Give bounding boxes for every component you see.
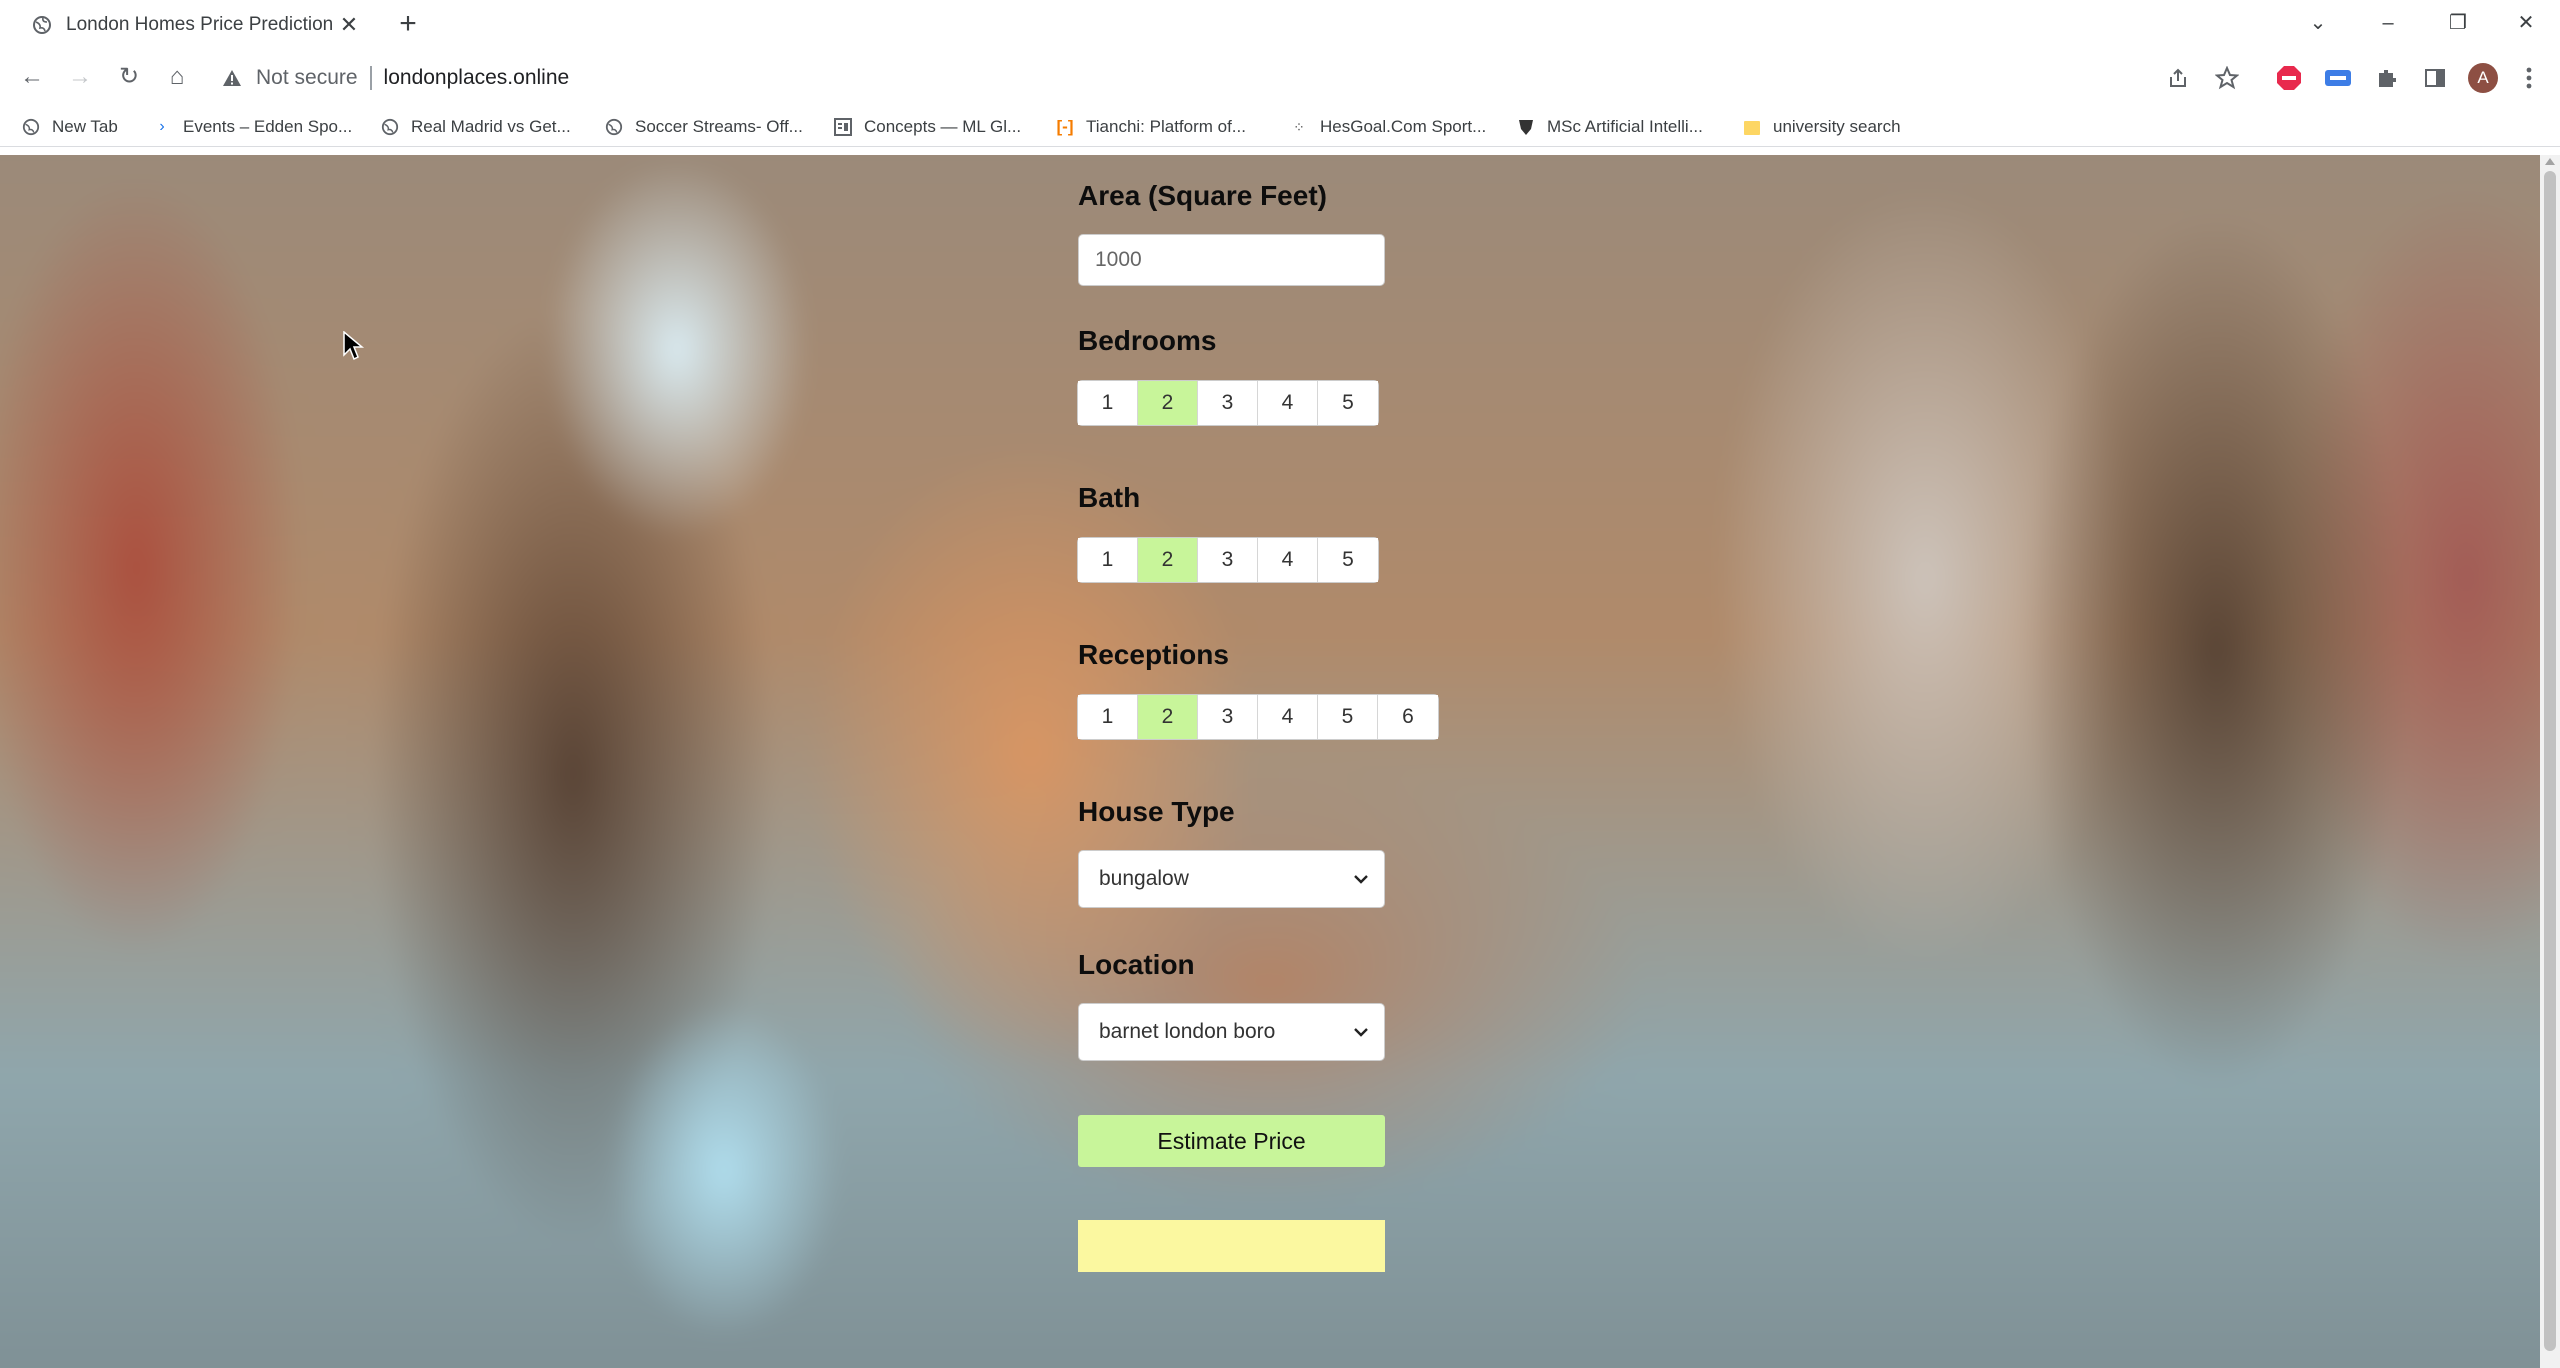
estimate-price-button[interactable]: Estimate Price <box>1078 1115 1385 1167</box>
back-icon[interactable]: ← <box>15 60 49 94</box>
blurred-background-image <box>0 155 2540 1368</box>
url-text: londonplaces.online <box>383 66 570 89</box>
close-tab-icon[interactable]: ✕ <box>336 12 362 38</box>
bookmarks-bar: New Tab › Events – Edden Spo... Real Mad… <box>0 106 2560 147</box>
new-tab-icon[interactable]: + <box>393 9 423 40</box>
bedrooms-selector: 1 2 3 4 5 <box>1078 381 1378 425</box>
estimated-price-result <box>1078 1220 1385 1272</box>
reload-icon[interactable]: ↻ <box>112 60 146 94</box>
receptions-option-4[interactable]: 4 <box>1258 695 1318 739</box>
minimize-icon[interactable]: – <box>2370 8 2406 38</box>
bath-option-3[interactable]: 3 <box>1198 538 1258 582</box>
warning-icon <box>223 70 241 86</box>
bookmark-msc-ai[interactable]: MSc Artificial Intelli... <box>1517 114 1703 140</box>
bookmark-concepts[interactable]: Concepts — ML Gl... <box>834 114 1021 140</box>
browser-menu-icon[interactable] <box>2512 61 2546 95</box>
address-bar[interactable]: Not secure londonplaces.online <box>222 63 569 93</box>
bookmark-star-icon[interactable] <box>2210 61 2244 95</box>
share-icon[interactable] <box>2161 61 2195 95</box>
forward-icon[interactable]: → <box>63 60 97 94</box>
tab-title: London Homes Price Prediction <box>66 14 334 35</box>
bedrooms-option-3[interactable]: 3 <box>1198 381 1258 425</box>
omnibox-divider <box>369 66 372 90</box>
location-label: Location <box>1078 949 1195 980</box>
globe-icon <box>605 118 623 136</box>
bedrooms-label: Bedrooms <box>1078 325 1217 356</box>
home-icon[interactable]: ⌂ <box>160 60 194 94</box>
page-viewport: Area (Square Feet) 1000 Bedrooms 1 2 3 4… <box>0 155 2540 1368</box>
adblock-icon[interactable] <box>2272 61 2306 95</box>
bookmark-tianchi[interactable]: [-] Tianchi: Platform of... <box>1056 114 1246 140</box>
globe-icon <box>22 118 40 136</box>
document-icon <box>834 118 852 136</box>
bedrooms-option-1[interactable]: 1 <box>1078 381 1138 425</box>
crest-icon <box>1517 118 1535 136</box>
page-scrollbar[interactable] <box>2540 155 2560 1368</box>
bath-option-2[interactable]: 2 <box>1138 538 1198 582</box>
profile-initial: A <box>2477 68 2489 87</box>
bath-label: Bath <box>1078 482 1141 513</box>
house-type-select[interactable]: bungalow <box>1078 850 1385 908</box>
bookmark-hesgoal[interactable]: ⁘ HesGoal.Com Sport... <box>1290 114 1486 140</box>
bedrooms-option-2[interactable]: 2 <box>1138 381 1198 425</box>
side-panel-icon[interactable] <box>2418 61 2452 95</box>
window-close-icon[interactable]: ✕ <box>2508 8 2544 38</box>
globe-icon <box>33 16 51 34</box>
bath-option-5[interactable]: 5 <box>1318 538 1378 582</box>
tab-search-icon[interactable]: ⌄ <box>2300 8 2336 38</box>
bath-selector: 1 2 3 4 5 <box>1078 538 1378 582</box>
tab-strip: London Homes Price Prediction ✕ + ⌄ – ❐ … <box>0 0 2560 48</box>
house-type-label: House Type <box>1078 796 1235 827</box>
area-input[interactable]: 1000 <box>1078 234 1385 286</box>
chevron-down-icon <box>1354 875 1368 884</box>
receptions-option-5[interactable]: 5 <box>1318 695 1378 739</box>
extensions-puzzle-icon[interactable] <box>2370 61 2404 95</box>
scroll-up-arrow-icon[interactable] <box>2545 158 2555 165</box>
receptions-option-1[interactable]: 1 <box>1078 695 1138 739</box>
bedrooms-option-4[interactable]: 4 <box>1258 381 1318 425</box>
scrollbar-thumb[interactable] <box>2544 171 2556 1351</box>
receptions-option-2[interactable]: 2 <box>1138 695 1198 739</box>
bookmark-new-tab[interactable]: New Tab <box>22 114 118 140</box>
receptions-option-6[interactable]: 6 <box>1378 695 1438 739</box>
receptions-label: Receptions <box>1078 639 1229 670</box>
bracket-icon: [-] <box>1056 117 1074 136</box>
globe-icon <box>381 118 399 136</box>
bedrooms-option-5[interactable]: 5 <box>1318 381 1378 425</box>
bookmark-real-madrid[interactable]: Real Madrid vs Get... <box>381 114 571 140</box>
bookmark-events[interactable]: › Events – Edden Spo... <box>153 114 352 140</box>
receptions-selector: 1 2 3 4 5 6 <box>1078 695 1438 739</box>
house-type-value: bungalow <box>1099 867 1189 890</box>
bath-option-4[interactable]: 4 <box>1258 538 1318 582</box>
profile-avatar[interactable]: A <box>2466 61 2500 95</box>
folder-icon <box>1743 118 1761 136</box>
restore-icon[interactable]: ❐ <box>2440 8 2476 38</box>
mouse-cursor-icon <box>343 331 365 361</box>
browser-tab[interactable]: London Homes Price Prediction ✕ <box>18 6 370 44</box>
chevron-down-icon <box>1354 1028 1368 1037</box>
zip-extension-icon[interactable] <box>2321 61 2355 95</box>
security-label: Not secure <box>256 66 358 89</box>
dots-icon: ⁘ <box>1293 118 1305 135</box>
bookmark-university-search[interactable]: university search <box>1743 114 1901 140</box>
location-value: barnet london boro <box>1099 1020 1276 1043</box>
receptions-option-3[interactable]: 3 <box>1198 695 1258 739</box>
location-select[interactable]: barnet london boro <box>1078 1003 1385 1061</box>
area-label: Area (Square Feet) <box>1078 180 1327 211</box>
bookmark-soccer-streams[interactable]: Soccer Streams- Off... <box>605 114 803 140</box>
arrow-icon: › <box>159 118 165 135</box>
bath-option-1[interactable]: 1 <box>1078 538 1138 582</box>
